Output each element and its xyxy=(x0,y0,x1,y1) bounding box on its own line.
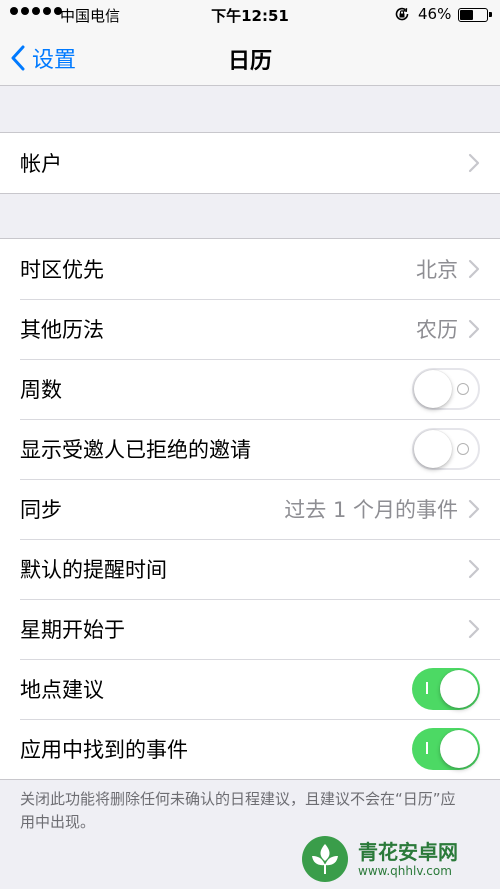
battery-icon xyxy=(458,8,492,22)
settings-row[interactable]: 时区优先 北京 xyxy=(0,239,500,299)
settings-row-label: 时区优先 xyxy=(20,258,104,282)
watermark-title: 青花安卓网 xyxy=(358,840,458,864)
watermark-url: www.qhhlv.com xyxy=(358,864,452,878)
settings-row-label: 其他历法 xyxy=(20,318,104,342)
toggle-knob xyxy=(440,730,478,768)
chevron-right-icon xyxy=(468,499,480,519)
settings-row: 应用中找到的事件 xyxy=(0,719,500,779)
navigation-bar: 设置 日历 xyxy=(0,30,500,86)
chevron-right-icon xyxy=(468,259,480,279)
chevron-right-icon xyxy=(468,619,480,639)
settings-row-label: 地点建议 xyxy=(20,678,104,702)
calendar-options-group: 时区优先 北京其他历法 农历周数显示受邀人已拒绝的邀请 同步 过去 1 个月的事件默认的… xyxy=(0,238,500,780)
battery-percentage: 46% xyxy=(418,5,452,23)
settings-row-label: 星期开始于 xyxy=(20,618,125,642)
toggle-switch[interactable] xyxy=(412,428,480,470)
settings-row-label: 应用中找到的事件 xyxy=(20,738,188,762)
settings-row[interactable]: 同步 过去 1 个月的事件 xyxy=(0,479,500,539)
chevron-right-icon xyxy=(468,559,480,579)
toggle-switch[interactable] xyxy=(412,368,480,410)
settings-row-value: 过去 1 个月的事件 xyxy=(284,498,458,522)
toggle-on-mark-icon xyxy=(426,682,428,694)
settings-row-label: 显示受邀人已拒绝的邀请 xyxy=(20,438,251,462)
settings-row-label: 周数 xyxy=(20,378,62,402)
settings-row-value: 农历 xyxy=(416,318,458,342)
back-button-label: 设置 xyxy=(32,48,77,73)
back-button[interactable]: 设置 xyxy=(10,40,76,76)
toggle-switch[interactable] xyxy=(412,668,480,710)
settings-row: 显示受邀人已拒绝的邀请 xyxy=(0,419,500,479)
settings-row-label: 默认的提醒时间 xyxy=(20,558,167,582)
status-bar: 中国电信 下午12:51 46% xyxy=(0,0,500,30)
accounts-group: 帐户 xyxy=(0,132,500,194)
settings-row[interactable]: 默认的提醒时间 xyxy=(0,539,500,599)
toggle-on-mark-icon xyxy=(426,742,428,754)
toggle-knob xyxy=(414,430,452,468)
watermark-logo-icon xyxy=(302,836,348,882)
footer-note: 关闭此功能将删除任何未确认的日程建议，且建议不会在“日历”应用中出现。 xyxy=(20,790,456,831)
toggle-switch[interactable] xyxy=(412,728,480,770)
orientation-lock-icon xyxy=(395,7,409,21)
settings-row[interactable]: 帐户 xyxy=(0,133,500,193)
toggle-knob xyxy=(440,670,478,708)
watermark: 青花安卓网 www.qhhlv.com xyxy=(300,829,500,889)
settings-row-label: 同步 xyxy=(20,498,62,522)
chevron-right-icon xyxy=(468,153,480,173)
toggle-knob xyxy=(414,370,452,408)
toggle-off-mark-icon xyxy=(457,383,469,395)
chevron-left-icon xyxy=(11,45,25,71)
settings-row-value: 北京 xyxy=(416,258,458,282)
settings-row-label: 帐户 xyxy=(20,152,62,176)
settings-row: 周数 xyxy=(0,359,500,419)
settings-row[interactable]: 星期开始于 xyxy=(0,599,500,659)
settings-row: 地点建议 xyxy=(0,659,500,719)
chevron-right-icon xyxy=(468,319,480,339)
settings-row[interactable]: 其他历法 农历 xyxy=(0,299,500,359)
toggle-off-mark-icon xyxy=(457,443,469,455)
